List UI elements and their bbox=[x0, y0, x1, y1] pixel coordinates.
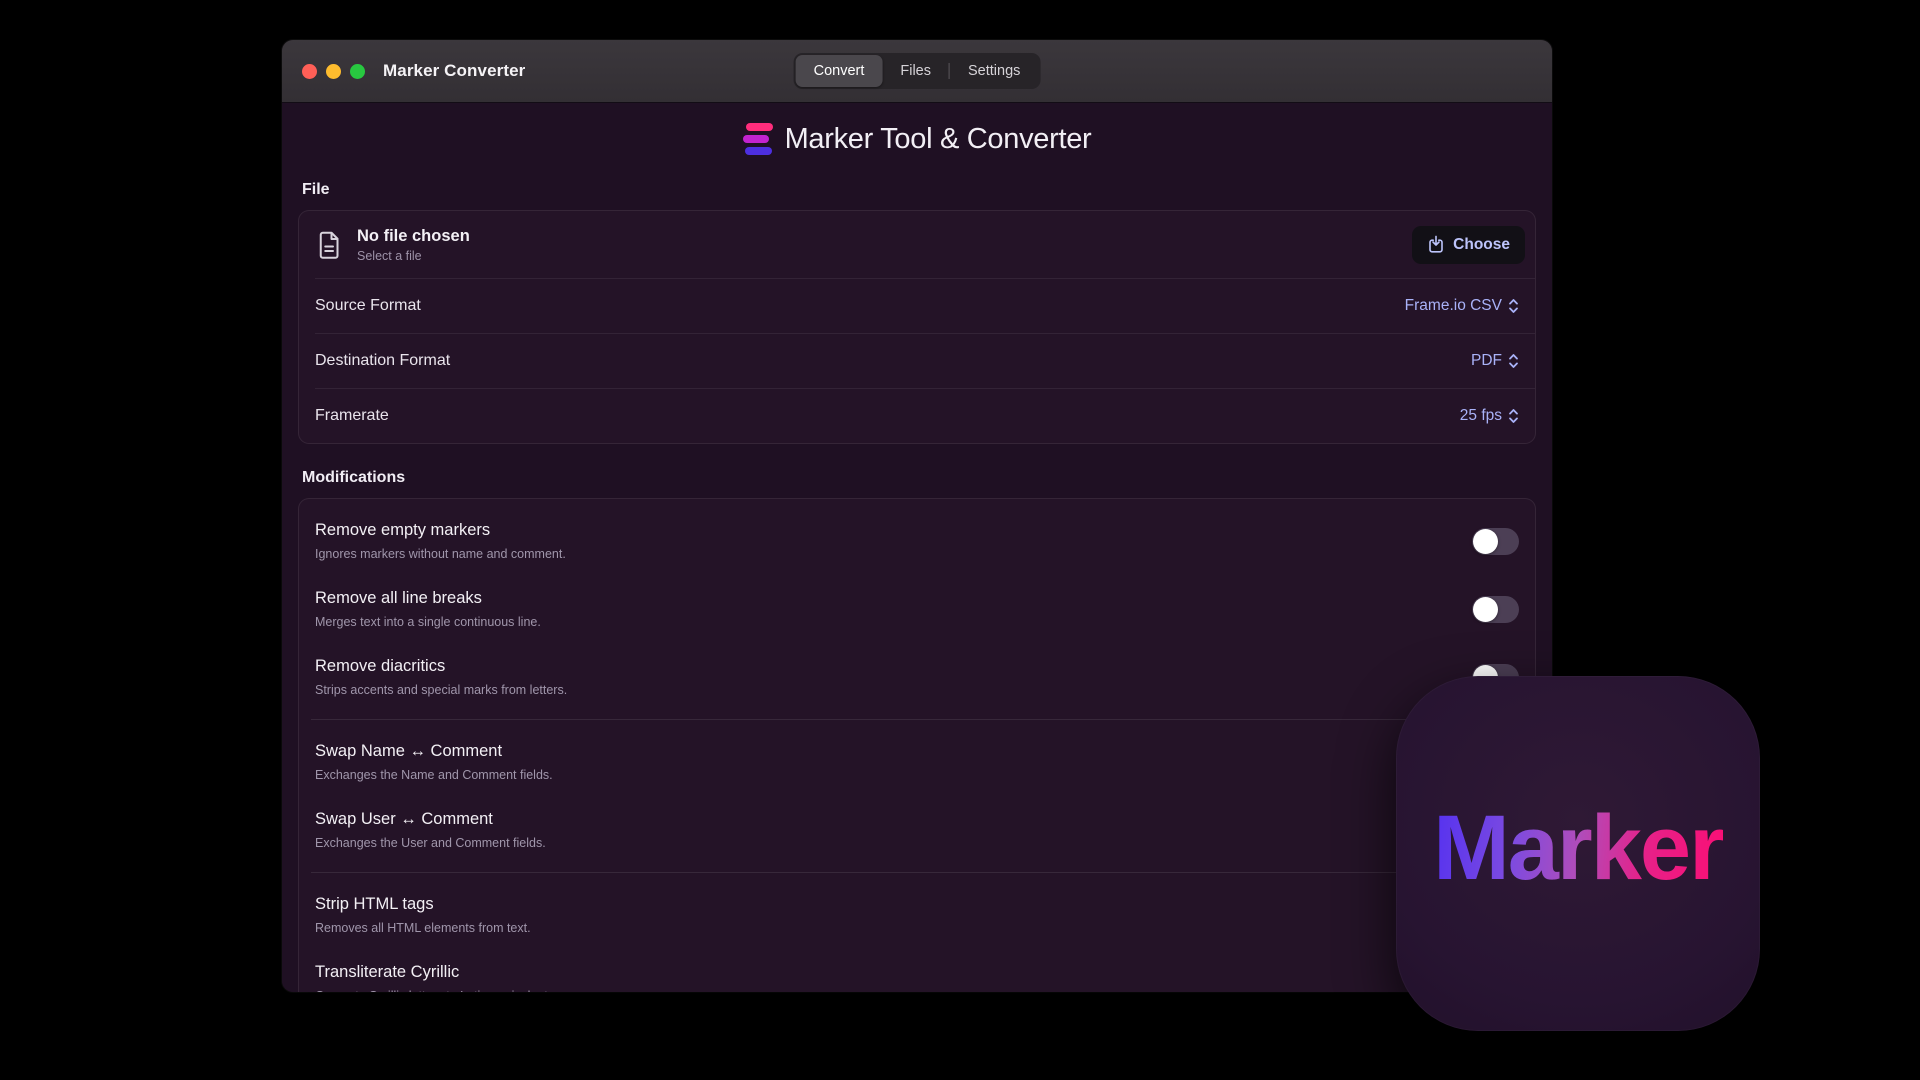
chevron-up-down-icon bbox=[1508, 353, 1519, 369]
window-title: Marker Converter bbox=[383, 61, 525, 81]
file-picker-texts: No file chosen Select a file bbox=[357, 227, 1412, 263]
app-icon-wordmark: Marker bbox=[1433, 796, 1723, 911]
close-button[interactable] bbox=[302, 64, 317, 79]
group-divider bbox=[311, 719, 1523, 720]
framerate-row: Framerate 25 fps bbox=[299, 389, 1535, 443]
toggle-remove-empty-markers[interactable] bbox=[1472, 528, 1519, 555]
source-format-select[interactable]: Frame.io CSV bbox=[1405, 297, 1519, 315]
setting-description: Strips accents and special marks from le… bbox=[315, 682, 567, 698]
setting-row-transliterate-cyrillic: Transliterate Cyrillic Converts Cyrillic… bbox=[299, 949, 1535, 992]
file-chosen-label: No file chosen bbox=[357, 227, 1412, 246]
document-icon bbox=[316, 230, 342, 260]
marker-app-icon: Marker bbox=[1396, 676, 1760, 1031]
setting-description: Removes all HTML elements from text. bbox=[315, 920, 531, 936]
file-picker-row[interactable]: No file chosen Select a file Choose bbox=[299, 211, 1535, 278]
toggle-knob bbox=[1473, 529, 1498, 554]
file-section-label: File bbox=[302, 181, 1532, 199]
traffic-lights bbox=[302, 64, 365, 79]
group-divider bbox=[311, 872, 1523, 873]
setting-texts: Strip HTML tags Removes all HTML element… bbox=[315, 894, 531, 936]
setting-description: Exchanges the Name and Comment fields. bbox=[315, 767, 553, 783]
choose-file-button[interactable]: Choose bbox=[1412, 226, 1525, 264]
setting-row-swap-user-comment: Swap User ↔ Comment Exchanges the User a… bbox=[299, 796, 1535, 864]
chevron-up-down-icon bbox=[1508, 298, 1519, 314]
setting-texts: Remove empty markers Ignores markers wit… bbox=[315, 520, 566, 562]
setting-title: Strip HTML tags bbox=[315, 894, 531, 915]
source-format-value: Frame.io CSV bbox=[1405, 297, 1502, 315]
page-title: Marker Tool & Converter bbox=[785, 123, 1092, 156]
setting-texts: Remove diacritics Strips accents and spe… bbox=[315, 656, 567, 698]
app-header: Marker Tool & Converter bbox=[298, 103, 1536, 161]
file-card: No file chosen Select a file Choose bbox=[298, 210, 1536, 444]
setting-title: Remove diacritics bbox=[315, 656, 567, 677]
file-hint-label: Select a file bbox=[357, 249, 1412, 263]
convert-pane: Marker Tool & Converter File No file cho… bbox=[282, 103, 1552, 992]
desktop-background: Marker Converter Convert Files Settings … bbox=[0, 0, 1920, 1080]
modifications-card: Remove empty markers Ignores markers wit… bbox=[298, 498, 1536, 992]
destination-format-row: Destination Format PDF bbox=[299, 334, 1535, 388]
zoom-button[interactable] bbox=[350, 64, 365, 79]
setting-texts: Remove all line breaks Merges text into … bbox=[315, 588, 541, 630]
toggle-remove-all-line-breaks[interactable] bbox=[1472, 596, 1519, 623]
tab-convert[interactable]: Convert bbox=[796, 55, 883, 87]
setting-row-remove-empty-markers: Remove empty markers Ignores markers wit… bbox=[299, 507, 1535, 575]
titlebar: Marker Converter Convert Files Settings bbox=[282, 40, 1552, 103]
modifications-section-label: Modifications bbox=[302, 469, 1532, 487]
app-window: Marker Converter Convert Files Settings … bbox=[282, 40, 1552, 992]
choose-button-label: Choose bbox=[1453, 236, 1510, 254]
setting-title: Remove empty markers bbox=[315, 520, 566, 541]
tab-settings[interactable]: Settings bbox=[950, 55, 1038, 87]
setting-title: Remove all line breaks bbox=[315, 588, 541, 609]
tab-files[interactable]: Files bbox=[882, 55, 949, 87]
source-format-label: Source Format bbox=[315, 297, 421, 315]
setting-row-strip-html-tags: Strip HTML tags Removes all HTML element… bbox=[299, 881, 1535, 949]
setting-title: Swap Name ↔ Comment bbox=[315, 741, 553, 762]
destination-format-value: PDF bbox=[1471, 352, 1502, 370]
setting-row-remove-all-line-breaks: Remove all line breaks Merges text into … bbox=[299, 575, 1535, 643]
toggle-knob bbox=[1473, 597, 1498, 622]
setting-description: Merges text into a single continuous lin… bbox=[315, 614, 541, 630]
setting-texts: Transliterate Cyrillic Converts Cyrillic… bbox=[315, 962, 557, 992]
framerate-value: 25 fps bbox=[1460, 407, 1502, 425]
framerate-label: Framerate bbox=[315, 407, 389, 425]
setting-texts: Swap Name ↔ Comment Exchanges the Name a… bbox=[315, 741, 553, 783]
setting-description: Converts Cyrillic letters to Latin equiv… bbox=[315, 988, 557, 992]
marker-logo-icon bbox=[743, 123, 773, 156]
source-format-row: Source Format Frame.io CSV bbox=[299, 279, 1535, 333]
setting-row-remove-diacritics: Remove diacritics Strips accents and spe… bbox=[299, 643, 1535, 711]
setting-description: Ignores markers without name and comment… bbox=[315, 546, 566, 562]
setting-title: Swap User ↔ Comment bbox=[315, 809, 546, 830]
tab-bar: Convert Files Settings bbox=[794, 53, 1041, 89]
setting-texts: Swap User ↔ Comment Exchanges the User a… bbox=[315, 809, 546, 851]
minimize-button[interactable] bbox=[326, 64, 341, 79]
chevron-up-down-icon bbox=[1508, 408, 1519, 424]
destination-format-label: Destination Format bbox=[315, 352, 450, 370]
setting-title: Transliterate Cyrillic bbox=[315, 962, 557, 983]
import-icon bbox=[1427, 235, 1445, 254]
setting-description: Exchanges the User and Comment fields. bbox=[315, 835, 546, 851]
framerate-select[interactable]: 25 fps bbox=[1460, 407, 1519, 425]
setting-row-swap-name-comment: Swap Name ↔ Comment Exchanges the Name a… bbox=[299, 728, 1535, 796]
destination-format-select[interactable]: PDF bbox=[1471, 352, 1519, 370]
